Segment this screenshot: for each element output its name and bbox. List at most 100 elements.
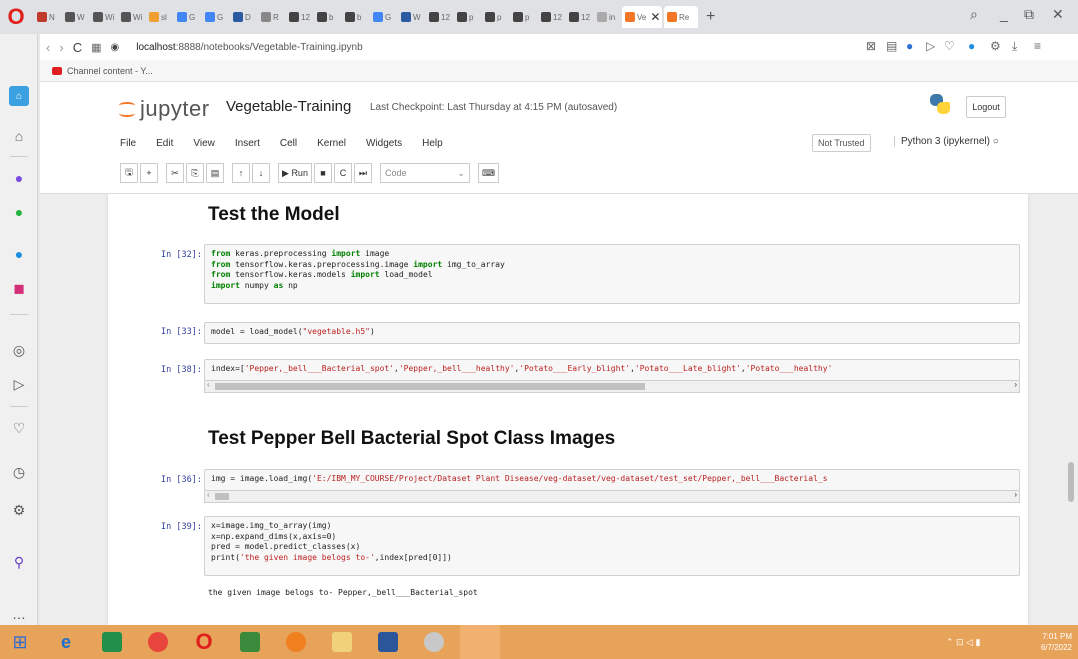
scroll-left-icon[interactable]: ‹: [207, 380, 210, 389]
browser-tab[interactable]: 12: [566, 6, 592, 28]
minimize-icon[interactable]: _: [1000, 6, 1008, 22]
vpn-icon[interactable]: ●: [906, 39, 913, 53]
insert-cell-icon[interactable]: +: [140, 163, 158, 183]
scroll-right-icon[interactable]: ›: [1014, 380, 1017, 389]
save-icon[interactable]: 🖫: [120, 163, 138, 183]
scroll-left-icon[interactable]: ‹: [207, 490, 210, 499]
settings-icon[interactable]: ⚙: [990, 39, 1001, 53]
bookmark-item[interactable]: Channel content - Y...: [67, 66, 153, 76]
jupyter-logo[interactable]: jupyter: [118, 96, 210, 122]
browser-tab[interactable]: R: [258, 6, 284, 28]
browser-tab[interactable]: W: [62, 6, 88, 28]
browser-tab[interactable]: N: [34, 6, 60, 28]
easy-setup-icon[interactable]: ≡: [1034, 39, 1041, 53]
search-tabs-icon[interactable]: ⌕: [970, 6, 978, 23]
more-icon[interactable]: …: [9, 604, 29, 624]
command-palette-icon[interactable]: ⌨: [477, 163, 499, 183]
interrupt-icon[interactable]: ■: [313, 163, 332, 183]
logout-button[interactable]: Logout: [966, 96, 1006, 118]
play-icon[interactable]: ▷: [926, 39, 935, 53]
not-trusted-button[interactable]: Not Trusted: [812, 134, 871, 152]
scroll-right-icon[interactable]: ›: [1014, 490, 1017, 499]
copy-icon[interactable]: ⎘: [186, 163, 204, 183]
taskbar-app[interactable]: [230, 625, 270, 659]
tab-active[interactable]: Ve ✕: [622, 6, 662, 28]
horizontal-scrollbar[interactable]: ‹ ›: [204, 380, 1020, 393]
instagram-icon[interactable]: ◼: [9, 278, 29, 298]
taskbar-blank[interactable]: [460, 625, 500, 659]
browser-tab[interactable]: W: [398, 6, 424, 28]
start-button[interactable]: ⊞: [0, 625, 40, 659]
code-cell[interactable]: from keras.preprocessing import image fr…: [204, 244, 1020, 304]
back-icon[interactable]: ‹: [46, 40, 50, 55]
code-cell[interactable]: index=['Pepper,_bell___Bacterial_spot','…: [204, 359, 1020, 381]
tray-icons[interactable]: ⌃ ⊡ ◁ ▮: [946, 637, 980, 648]
menu-edit[interactable]: Edit: [156, 138, 173, 149]
extensions-icon[interactable]: ⚙: [9, 500, 29, 520]
browser-tab[interactable]: Wi: [118, 6, 144, 28]
taskbar-edge[interactable]: e: [46, 625, 86, 659]
browser-tab[interactable]: 12: [538, 6, 564, 28]
menu-help[interactable]: Help: [422, 138, 443, 149]
home-icon[interactable]: ⌂: [9, 86, 29, 106]
cut-icon[interactable]: ✂: [166, 163, 184, 183]
vertical-scrollbar[interactable]: [1068, 462, 1074, 502]
wallet-icon[interactable]: ▤: [886, 39, 897, 53]
taskbar-store[interactable]: [92, 625, 132, 659]
forward-icon[interactable]: ›: [59, 40, 63, 55]
run-button[interactable]: ▶ Run: [278, 163, 312, 183]
scrollbar-thumb[interactable]: [215, 493, 229, 500]
taskbar-explorer[interactable]: [322, 625, 362, 659]
cell-type-select[interactable]: Code ⌄: [379, 163, 470, 183]
browser-tab[interactable]: Wi: [90, 6, 116, 28]
snapshot-icon[interactable]: ⊠: [866, 39, 876, 53]
extension-icon[interactable]: ●: [968, 39, 975, 53]
taskbar-paint[interactable]: [414, 625, 454, 659]
pin-icon[interactable]: ⚲: [9, 552, 29, 572]
browser-tab[interactable]: 12: [286, 6, 312, 28]
tab-jupyter[interactable]: Re: [664, 6, 698, 28]
scrollbar-thumb[interactable]: [215, 383, 645, 390]
send-icon[interactable]: ▷: [9, 374, 29, 394]
heart-outline-icon[interactable]: ♡: [944, 39, 955, 53]
menu-insert[interactable]: Insert: [235, 138, 260, 149]
whatsapp-icon[interactable]: ●: [9, 202, 29, 222]
browser-tab[interactable]: b: [314, 6, 340, 28]
new-tab-icon[interactable]: +: [706, 8, 715, 26]
paste-icon[interactable]: ▤: [206, 163, 224, 183]
close-tab-icon[interactable]: ✕: [650, 10, 660, 24]
clock[interactable]: 7:01 PM 6/7/2022: [1041, 631, 1072, 653]
messenger-icon[interactable]: ●: [9, 168, 29, 188]
taskbar-anaconda[interactable]: [276, 625, 316, 659]
menu-view[interactable]: View: [193, 138, 215, 149]
speed-dial-icon[interactable]: ⌂: [9, 126, 29, 146]
move-down-icon[interactable]: ↓: [252, 163, 270, 183]
browser-tab[interactable]: in: [594, 6, 620, 28]
menu-file[interactable]: File: [120, 138, 136, 149]
browser-tab[interactable]: b: [342, 6, 368, 28]
taskbar-opera[interactable]: O: [184, 625, 224, 659]
download-icon[interactable]: ⤓: [1012, 39, 1017, 54]
heart-icon[interactable]: ♡: [9, 418, 29, 438]
menu-widgets[interactable]: Widgets: [366, 138, 402, 149]
restart-icon[interactable]: C: [333, 163, 352, 183]
close-window-icon[interactable]: ✕: [1052, 6, 1064, 23]
horizontal-scrollbar[interactable]: ‹ ›: [204, 490, 1020, 503]
code-cell[interactable]: img = image.load_img('E:/IBM_MY_COURSE/P…: [204, 469, 1020, 491]
code-cell[interactable]: model = load_model("vegetable.h5"): [204, 322, 1020, 344]
code-cell[interactable]: x=image.img_to_array(img) x=np.expand_di…: [204, 516, 1020, 576]
reload-icon[interactable]: C: [73, 40, 82, 55]
notebook-name[interactable]: Vegetable-Training: [226, 98, 351, 115]
restart-run-all-icon[interactable]: ⏭: [353, 163, 372, 183]
url-field[interactable]: localhost:8888/notebooks/Vegetable-Train…: [136, 42, 362, 53]
browser-tab[interactable]: p: [454, 6, 480, 28]
browser-tab[interactable]: 12: [426, 6, 452, 28]
telegram-icon[interactable]: ●: [9, 244, 29, 264]
taskbar-chrome[interactable]: [138, 625, 178, 659]
history-icon[interactable]: ◷: [9, 462, 29, 482]
browser-tab[interactable]: D: [230, 6, 256, 28]
menu-cell[interactable]: Cell: [280, 138, 297, 149]
browser-tab[interactable]: G: [174, 6, 200, 28]
taskbar-word[interactable]: [368, 625, 408, 659]
menu-kernel[interactable]: Kernel: [317, 138, 346, 149]
